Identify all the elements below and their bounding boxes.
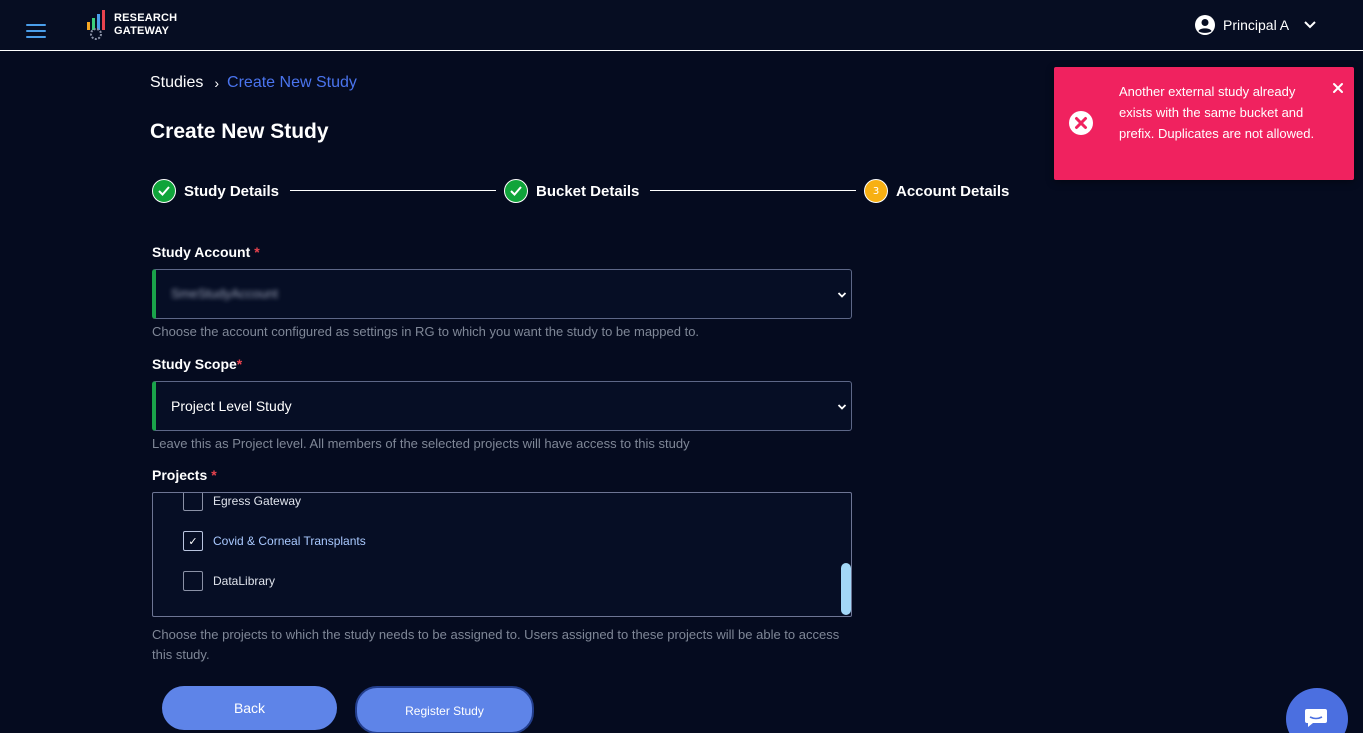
hamburger-icon[interactable] <box>26 24 46 38</box>
user-circle-icon <box>1195 15 1215 35</box>
step-study-details: Study Details <box>152 178 279 204</box>
page-title: Create New Study <box>150 120 329 143</box>
stepper: Study Details Bucket Details 3 Account D… <box>152 178 1012 204</box>
checkbox[interactable] <box>183 571 203 591</box>
study-account-help: Choose the account configured as setting… <box>152 324 700 339</box>
study-scope-label: Study Scope* <box>152 356 242 372</box>
step-label: Bucket Details <box>536 182 640 200</box>
checkbox-checked[interactable]: ✓ <box>183 531 203 551</box>
chevron-down-icon <box>837 404 847 410</box>
breadcrumb-studies-link[interactable]: Studies <box>150 74 203 92</box>
study-scope-help: Leave this as Project level. All members… <box>152 436 690 451</box>
project-label: Egress Gateway <box>213 494 302 508</box>
step-label: Account Details <box>896 182 1010 200</box>
research-gateway-logo[interactable]: RESEARCH GATEWAY <box>86 8 186 44</box>
select-value: SmeStudyAccount <box>171 286 278 301</box>
scrollbar[interactable] <box>841 563 851 615</box>
step-connector <box>650 190 856 191</box>
step-account-details: 3 Account Details <box>864 178 1009 204</box>
checkbox[interactable] <box>183 493 203 511</box>
close-icon[interactable] <box>1331 81 1345 95</box>
step-number-badge: 3 <box>864 179 888 203</box>
required-marker: * <box>211 467 217 483</box>
label-text: Study Account <box>152 244 251 260</box>
chevron-down-icon[interactable] <box>1303 20 1317 30</box>
chat-button[interactable] <box>1286 688 1348 733</box>
project-item-egress-gateway[interactable]: Egress Gateway <box>183 493 302 511</box>
select-value: Project Level Study <box>171 398 292 414</box>
study-scope-select[interactable]: Project Level Study <box>152 381 852 431</box>
check-circle-icon <box>152 179 176 203</box>
error-circle-icon <box>1069 111 1093 135</box>
required-marker: * <box>254 244 260 260</box>
projects-list[interactable]: Egress Gateway ✓ Covid & Corneal Transpl… <box>152 492 852 617</box>
label-text: Study Scope <box>152 356 237 372</box>
logo-text: RESEARCH GATEWAY <box>114 12 177 38</box>
project-item-datalibrary[interactable]: DataLibrary <box>183 571 275 591</box>
brand-line-1: RESEARCH <box>114 12 178 24</box>
breadcrumb: Studies › Create New Study <box>150 74 357 92</box>
user-name: Principal A <box>1223 17 1290 33</box>
label-text: Projects <box>152 467 208 483</box>
toast-message: Another external study already exists wi… <box>1119 84 1315 141</box>
step-label: Study Details <box>184 182 280 200</box>
error-toast: Another external study already exists wi… <box>1054 67 1354 180</box>
step-connector <box>290 190 496 191</box>
back-button[interactable]: Back <box>162 686 337 730</box>
study-account-select[interactable]: SmeStudyAccount <box>152 269 852 319</box>
breadcrumb-current: Create New Study <box>227 74 357 91</box>
chat-icon <box>1305 709 1327 727</box>
chevron-down-icon <box>837 292 847 298</box>
project-label: Covid & Corneal Transplants <box>213 534 366 548</box>
projects-help: Choose the projects to which the study n… <box>152 627 840 662</box>
user-menu[interactable]: Principal A <box>1195 13 1317 37</box>
top-bar: RESEARCH GATEWAY Principal A <box>0 0 1363 51</box>
study-account-label: Study Account * <box>152 244 260 260</box>
brand-line-2: GATEWAY <box>114 25 170 37</box>
logo-mark <box>87 10 105 40</box>
required-marker: * <box>236 356 243 372</box>
register-study-button[interactable]: Register Study <box>355 686 534 733</box>
project-label: DataLibrary <box>213 574 276 588</box>
project-item-covid-corneal[interactable]: ✓ Covid & Corneal Transplants <box>183 531 366 551</box>
projects-label: Projects * <box>152 467 217 483</box>
check-circle-icon <box>504 179 528 203</box>
breadcrumb-separator-icon: › <box>214 75 220 91</box>
step-bucket-details: Bucket Details <box>504 178 639 204</box>
